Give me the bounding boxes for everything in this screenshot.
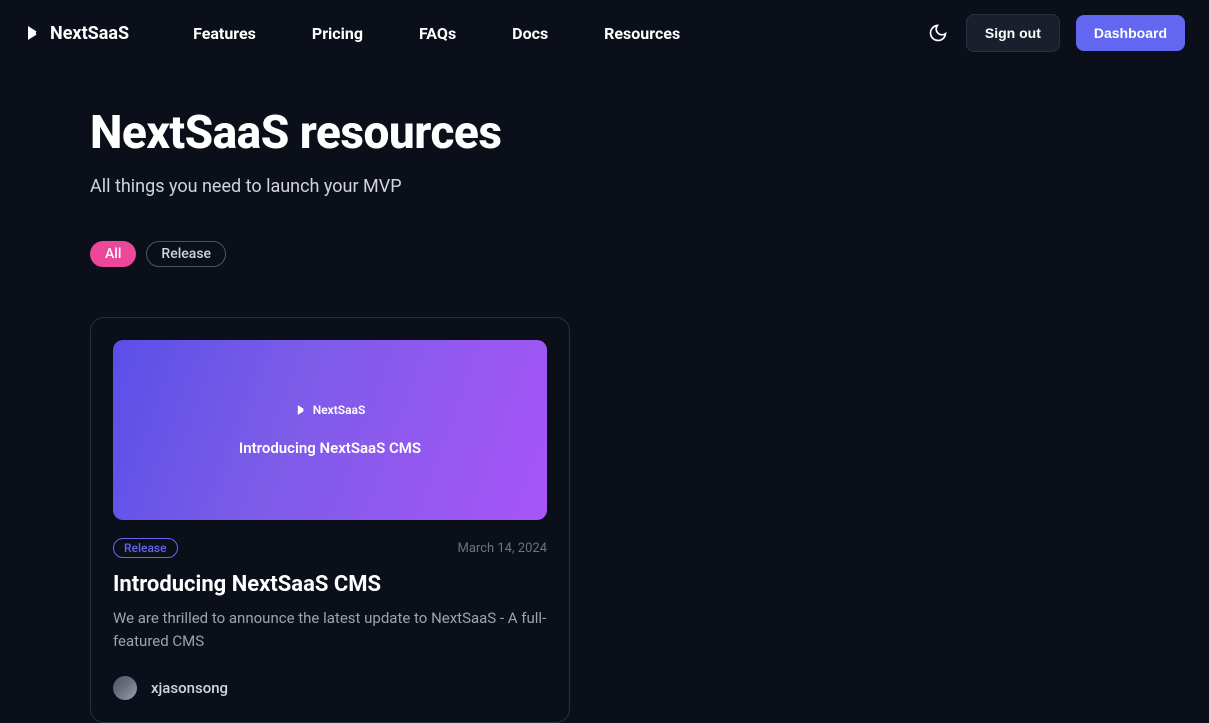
nav-features[interactable]: Features (193, 24, 256, 43)
filter-release[interactable]: Release (146, 241, 226, 267)
card-title: Introducing NextSaaS CMS (113, 572, 547, 597)
main-content: NextSaaS resources All things you need t… (0, 66, 1209, 723)
brand-logo[interactable]: NextSaaS (24, 23, 129, 44)
resource-card[interactable]: NextSaaS Introducing NextSaaS CMS Releas… (90, 317, 570, 723)
avatar (113, 676, 137, 700)
dashboard-button[interactable]: Dashboard (1076, 15, 1185, 51)
filter-all[interactable]: All (90, 241, 136, 267)
nav-resources[interactable]: Resources (604, 24, 680, 43)
nav-faqs[interactable]: FAQs (419, 24, 456, 43)
primary-nav: Features Pricing FAQs Docs Resources (193, 24, 680, 43)
card-meta-row: Release March 14, 2024 (113, 538, 547, 558)
card-author-row: xjasonsong (113, 676, 547, 700)
card-image-brand-text: NextSaaS (313, 403, 366, 417)
card-image-headline: Introducing NextSaaS CMS (239, 439, 421, 457)
play-icon (24, 23, 44, 43)
card-description: We are thrilled to announce the latest u… (113, 607, 547, 654)
brand-text: NextSaaS (50, 23, 129, 44)
card-date: March 14, 2024 (457, 541, 547, 556)
nav-docs[interactable]: Docs (512, 24, 548, 43)
card-image-brand: NextSaaS (295, 403, 366, 417)
moon-icon[interactable] (926, 21, 950, 45)
page-subtitle: All things you need to launch your MVP (90, 176, 1119, 197)
nav-pricing[interactable]: Pricing (312, 24, 363, 43)
filter-bar: All Release (90, 241, 1119, 267)
author-name: xjasonsong (151, 679, 228, 697)
site-header: NextSaaS Features Pricing FAQs Docs Reso… (0, 0, 1209, 66)
card-hero-image: NextSaaS Introducing NextSaaS CMS (113, 340, 547, 520)
signout-button[interactable]: Sign out (966, 14, 1060, 52)
header-actions: Sign out Dashboard (926, 14, 1185, 52)
page-title: NextSaaS resources (90, 106, 1119, 160)
card-category-badge: Release (113, 538, 178, 558)
